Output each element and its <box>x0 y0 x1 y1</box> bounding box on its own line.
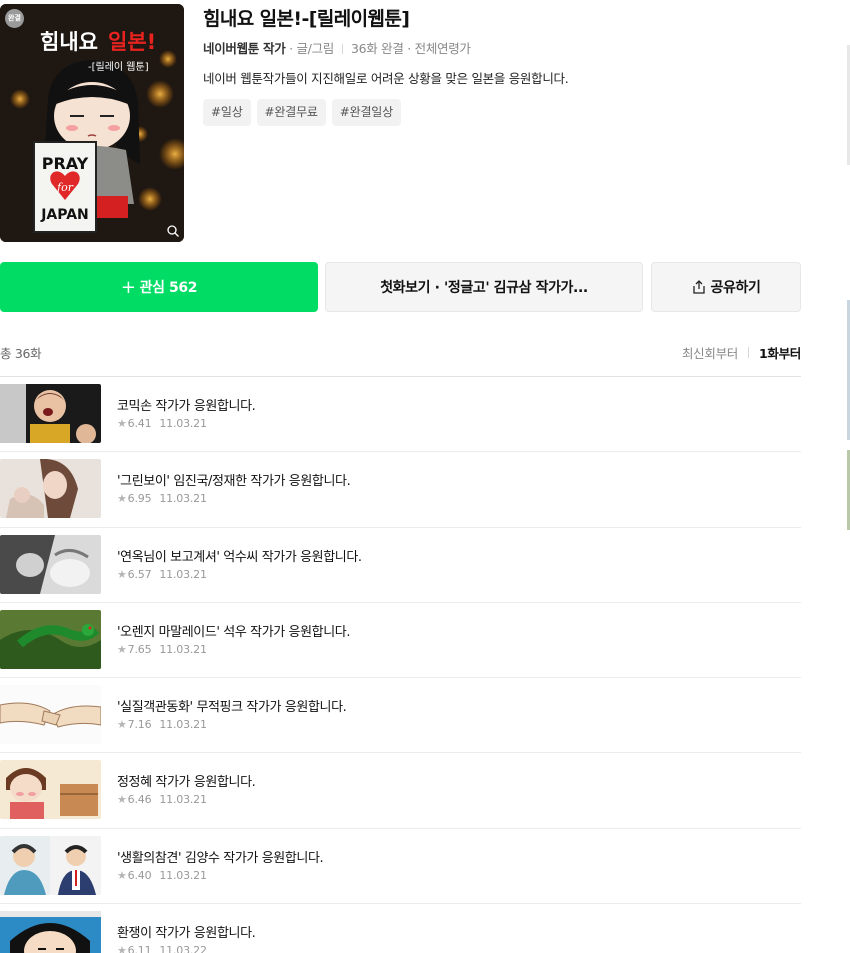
episode-rating: 6.40 <box>127 868 152 882</box>
cover-sign-line1: PRAY <box>42 154 89 173</box>
episode-thumbnail[interactable] <box>0 835 101 895</box>
episode-date: 11.03.21 <box>159 793 207 807</box>
episode-list-header: 총 36화 최신회부터 1화부터 <box>0 343 801 365</box>
episode-rating: 6.41 <box>127 417 152 430</box>
episode-date: 11.03.21 <box>159 567 207 581</box>
episode-meta: ★6.11 11.03.22 <box>117 944 207 953</box>
tag-daily[interactable]: #일상 <box>203 99 251 126</box>
star-icon: ★ <box>117 642 127 656</box>
webtoon-title: 힘내요 일본!-[릴레이웹툰] <box>203 8 410 30</box>
tag-completed-daily[interactable]: #완결일상 <box>331 99 401 126</box>
episode-thumbnail[interactable] <box>0 911 101 953</box>
share-label: 공유하기 <box>710 280 761 296</box>
completed-badge: 완결 <box>5 9 24 28</box>
episode-meta: ★6.40 11.03.21 <box>117 869 207 882</box>
favorite-button[interactable]: + 관심 562 <box>0 262 318 312</box>
favorite-label: 관심 562 <box>139 280 198 296</box>
episode-rating: 6.95 <box>127 492 152 506</box>
episode-meta: ★6.95 11.03.21 <box>117 492 207 505</box>
episode-rating: 6.11 <box>127 944 152 953</box>
episode-title: 정정혜 작가가 응원합니다. <box>117 775 256 791</box>
cover-title-b: 일본! <box>108 30 156 54</box>
episode-row[interactable]: 환쟁이 작가가 응원합니다. ★6.11 11.03.22 <box>0 904 801 953</box>
episode-thumbnail[interactable] <box>0 609 101 669</box>
cover-subtitle: -[릴레이 웹툰] <box>88 60 149 73</box>
sort-divider <box>748 347 749 358</box>
star-icon: ★ <box>117 793 127 807</box>
episode-date: 11.03.22 <box>159 944 207 953</box>
sort-newest[interactable]: 최신회부터 <box>682 343 738 362</box>
episode-title: 코믹손 작가가 응원합니다. <box>117 399 256 414</box>
episode-meta: ★7.65 11.03.21 <box>117 643 207 656</box>
episode-count: 36화 완결 <box>351 41 404 56</box>
episode-row[interactable]: 정정혜 작가가 응원합니다. ★6.46 11.03.21 <box>0 753 801 829</box>
author-link[interactable]: 네이버웹툰 작가 <box>203 41 286 56</box>
webtoon-header: PRAY for JAPAN 힘내요 일본! -[릴레이 웹툰] 완결 힘내요 … <box>0 4 801 242</box>
first-episode-label: 첫화보기 · '정글고' 김규삼 작가가... <box>380 280 588 296</box>
episode-row[interactable]: 코믹손 작가가 응원합니다. ★6.41 11.03.21 <box>0 377 801 453</box>
episode-thumbnail[interactable] <box>0 384 101 443</box>
episode-rating: 6.57 <box>127 567 152 581</box>
episode-list: 코믹손 작가가 응원합니다. ★6.41 11.03.21 '그린보이' 임진국/… <box>0 377 801 953</box>
episode-title: '생활의참견' 김양수 작가가 응원합니다. <box>117 850 324 866</box>
action-bar: + 관심 562 첫화보기 · '정글고' 김규삼 작가가... 공유하기 <box>0 262 801 312</box>
author-role: · 글/그림 <box>285 41 334 56</box>
age-rating: · 전체연령가 <box>403 41 471 56</box>
cover-sign-line2: for <box>56 181 74 194</box>
episode-row[interactable]: '생활의참견' 김양수 작가가 응원합니다. ★6.40 11.03.21 <box>0 829 801 905</box>
episode-date: 11.03.21 <box>159 718 207 732</box>
episode-title: '그린보이' 임진국/정재한 작가가 응원합니다. <box>117 474 351 490</box>
sort-first[interactable]: 1화부터 <box>759 343 801 362</box>
episode-rating: 6.46 <box>127 793 152 807</box>
sort-options: 최신회부터 1화부터 <box>682 343 801 362</box>
magnifier-icon[interactable] <box>166 224 180 238</box>
cover-illustration: PRAY for JAPAN 힘내요 일본! -[릴레이 웹툰] <box>0 4 184 242</box>
share-button[interactable]: 공유하기 <box>651 262 801 312</box>
cover-sign-line3: JAPAN <box>40 207 89 223</box>
total-episodes: 총 36화 <box>0 346 42 361</box>
webtoon-meta: 네이버웹툰 작가 · 글/그림 36화 완결 · 전체연령가 <box>203 40 801 58</box>
tag-free-completed[interactable]: #완결무료 <box>256 99 326 126</box>
episode-meta: ★6.57 11.03.21 <box>117 568 207 581</box>
star-icon: ★ <box>117 567 127 581</box>
episode-row[interactable]: '그린보이' 임진국/정재한 작가가 응원합니다. ★6.95 11.03.21 <box>0 452 801 528</box>
episode-rating: 7.16 <box>127 718 152 732</box>
meta-divider <box>342 44 343 54</box>
episode-meta: ★6.46 11.03.21 <box>117 793 207 806</box>
episode-title: '실질객관동화' 무적핑크 작가가 응원합니다. <box>117 700 347 716</box>
webtoon-cover-image[interactable]: PRAY for JAPAN 힘내요 일본! -[릴레이 웹툰] 완결 <box>0 4 184 242</box>
star-icon: ★ <box>117 417 127 430</box>
episode-date: 11.03.21 <box>159 642 207 656</box>
first-episode-button[interactable]: 첫화보기 · '정글고' 김규삼 작가가... <box>325 262 643 312</box>
share-icon <box>692 280 705 294</box>
episode-title: '연옥님이 보고계셔' 억수씨 작가가 응원합니다. <box>117 549 362 565</box>
star-icon: ★ <box>117 868 127 882</box>
episode-row[interactable]: '실질객관동화' 무적핑크 작가가 응원합니다. ★7.16 11.03.21 <box>0 678 801 754</box>
episode-row[interactable]: '오렌지 마말레이드' 석우 작가가 응원합니다. ★7.65 11.03.21 <box>0 603 801 679</box>
cover-title-a: 힘내요 <box>40 30 98 54</box>
episode-meta: ★7.16 11.03.21 <box>117 718 207 731</box>
star-icon: ★ <box>117 944 127 953</box>
episode-date: 11.03.21 <box>159 492 207 506</box>
plus-icon: + <box>120 276 136 298</box>
episode-title: 환쟁이 작가가 응원합니다. <box>117 926 256 942</box>
star-icon: ★ <box>117 718 127 732</box>
episode-thumbnail[interactable] <box>0 760 101 820</box>
episode-thumbnail[interactable] <box>0 459 101 519</box>
episode-thumbnail[interactable] <box>0 534 101 594</box>
episode-date: 11.03.21 <box>159 868 207 882</box>
episode-thumbnail[interactable] <box>0 685 101 745</box>
episode-rating: 7.65 <box>127 642 152 656</box>
star-icon: ★ <box>117 492 127 506</box>
webtoon-info: 힘내요 일본!-[릴레이웹툰] 네이버웹툰 작가 · 글/그림 36화 완결 · … <box>203 6 801 126</box>
episode-title: '오렌지 마말레이드' 석우 작가가 응원합니다. <box>117 624 351 640</box>
episode-row[interactable]: '연옥님이 보고계셔' 억수씨 작가가 응원합니다. ★6.57 11.03.21 <box>0 528 801 603</box>
episode-meta: ★6.41 11.03.21 <box>117 417 207 430</box>
tag-list: #일상 #완결무료 #완결일상 <box>203 99 801 126</box>
webtoon-description: 네이버 웹툰작가들이 지진해일로 어려운 상황을 맞은 일본을 응원합니다. <box>203 71 569 86</box>
episode-date: 11.03.21 <box>159 417 207 430</box>
